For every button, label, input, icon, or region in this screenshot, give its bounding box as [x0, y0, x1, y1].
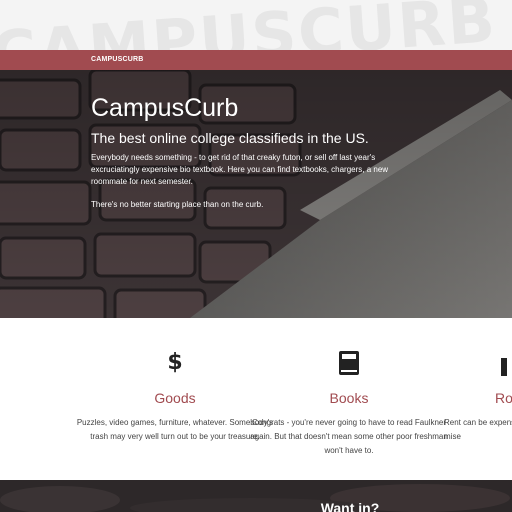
feature-description: Puzzles, video games, furniture, whateve… [76, 418, 274, 441]
feature-title: Goods [154, 390, 196, 406]
hero-section: CampusCurb The best online college class… [0, 70, 512, 318]
brand-link[interactable]: CAMPUSCURB [91, 56, 144, 63]
feature-description: Rent can be expens wallow in mise [444, 418, 512, 441]
hero-title: CampusCurb [91, 94, 239, 122]
hero-paragraph: Everybody needs something - to get rid o… [91, 153, 389, 186]
cta-title: Want in? [320, 500, 380, 512]
hero-tagline: There's no better starting place than on… [91, 200, 264, 209]
people-icon [403, 350, 512, 378]
cta-section: Want in? [0, 480, 512, 512]
watermark-text: CAMPUSCURB CAMPUSCURB [0, 0, 512, 50]
feature-title: Ro [495, 390, 512, 406]
dollar-glyph: $ [167, 350, 183, 375]
hero-subtitle: The best online college classifieds in t… [91, 130, 369, 146]
navbar: CAMPUSCURB [0, 50, 512, 70]
dollar-icon: $ [75, 350, 275, 378]
features-section: $ Goods Puzzles, video games, furniture,… [0, 318, 512, 480]
watermark-strip: CAMPUSCURB CAMPUSCURB [0, 0, 512, 50]
curb-background-image [0, 70, 512, 318]
